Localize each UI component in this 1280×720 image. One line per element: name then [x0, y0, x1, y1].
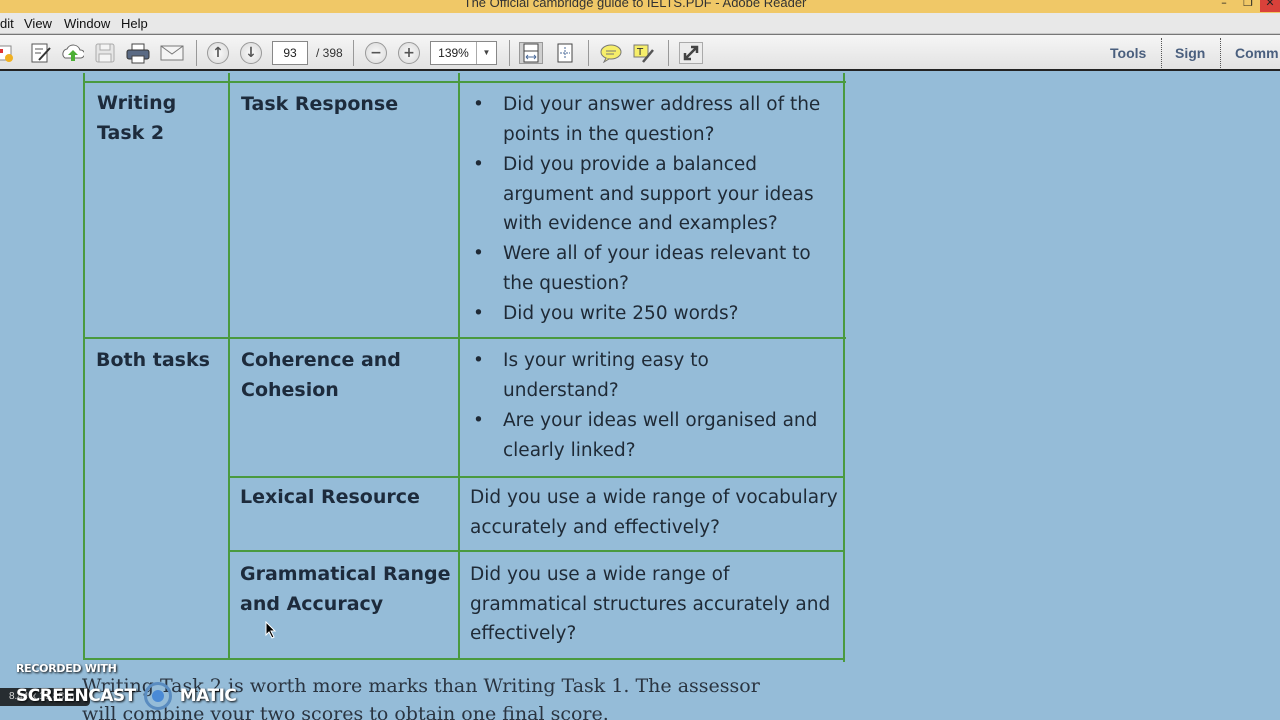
expand-icon [683, 45, 699, 61]
minimize-button[interactable]: – [1212, 0, 1236, 12]
zoom-select[interactable]: 139% ▼ [430, 41, 497, 65]
toolbar: ↑ ↓ 93 / 398 − + 139% ▼ T Tools Sign Com… [0, 34, 1280, 71]
screencast-watermark: RECORDED WITH SCREENCAST MATIC [16, 662, 237, 710]
tools-link[interactable]: Tools [1110, 45, 1146, 61]
chevron-down-icon[interactable]: ▼ [477, 42, 496, 64]
task-label-writing-task-2: Writing Task 2 [97, 92, 177, 144]
edit-icon [31, 43, 51, 63]
svg-text:T: T [636, 47, 644, 58]
fit-width-button[interactable] [519, 42, 543, 64]
screencast-logo-icon [143, 682, 172, 710]
task-label-both-tasks: Both tasks [96, 349, 210, 371]
highlight-text-button[interactable]: T [632, 42, 656, 64]
next-page-button[interactable]: ↓ [239, 42, 263, 64]
full-page-button[interactable] [553, 42, 577, 64]
criterion-lexical-resource: Lexical Resource [240, 486, 420, 508]
fit-width-icon [523, 43, 539, 63]
criterion-coherence-cohesion: Coherence and Cohesion [241, 349, 401, 401]
menu-edit[interactable]: dit [0, 16, 14, 31]
menu-view[interactable]: View [24, 16, 52, 31]
create-pdf-button[interactable] [0, 42, 16, 64]
comment-button[interactable] [599, 42, 623, 64]
mouse-cursor-icon [265, 621, 277, 639]
zoom-in-button[interactable]: + [397, 42, 421, 64]
menu-bar: dit View Window Help [0, 13, 1280, 34]
edit-button[interactable] [29, 42, 53, 64]
criterion-grammatical-range: Grammatical Range and Accuracy [240, 563, 451, 615]
restore-button[interactable]: ❐ [1236, 0, 1260, 12]
upload-button[interactable] [60, 42, 84, 64]
close-button[interactable]: ✕ [1260, 0, 1280, 12]
window-title: The Official cambridge guide to IELTS.PD… [463, 0, 807, 10]
print-button[interactable] [126, 42, 150, 64]
lexical-resource-description: Did you use a wide range of vocabulary a… [470, 487, 838, 538]
plus-icon: + [398, 42, 420, 64]
cloud-upload-icon [62, 44, 84, 61]
document-view[interactable]: Writing Task 2 Task Response • Did your a… [0, 73, 1280, 720]
minus-icon: − [365, 42, 387, 64]
title-bar: The Official cambridge guide to IELTS.PD… [0, 0, 1280, 13]
comment-link[interactable]: Comm [1235, 45, 1279, 61]
print-icon [126, 43, 150, 64]
email-button[interactable] [160, 42, 184, 64]
page-total: / 398 [316, 46, 343, 60]
email-icon [160, 45, 184, 61]
zoom-out-button[interactable]: − [364, 42, 388, 64]
arrow-down-icon: ↓ [240, 42, 262, 64]
menu-help[interactable]: Help [121, 16, 148, 31]
menu-window[interactable]: Window [64, 16, 110, 31]
previous-page-button[interactable]: ↑ [206, 42, 230, 64]
arrow-up-icon: ↑ [207, 42, 229, 64]
recorded-with-label: RECORDED WITH [16, 662, 117, 675]
page-number-input[interactable]: 93 [272, 41, 308, 65]
expand-button[interactable] [679, 42, 703, 64]
zoom-value: 139% [431, 42, 477, 64]
grammatical-range-description: Did you use a wide range of grammatical … [470, 564, 831, 645]
save-button[interactable] [93, 42, 117, 64]
criterion-task-response: Task Response [241, 93, 399, 115]
watermark-brand-left: SCREENCAST [16, 686, 136, 706]
save-icon [95, 43, 115, 63]
comment-icon [600, 44, 622, 63]
fit-page-icon [557, 43, 573, 63]
sign-link[interactable]: Sign [1175, 45, 1205, 61]
highlight-icon: T [633, 44, 654, 63]
create-pdf-icon [0, 45, 13, 62]
watermark-brand-right: MATIC [179, 686, 237, 706]
